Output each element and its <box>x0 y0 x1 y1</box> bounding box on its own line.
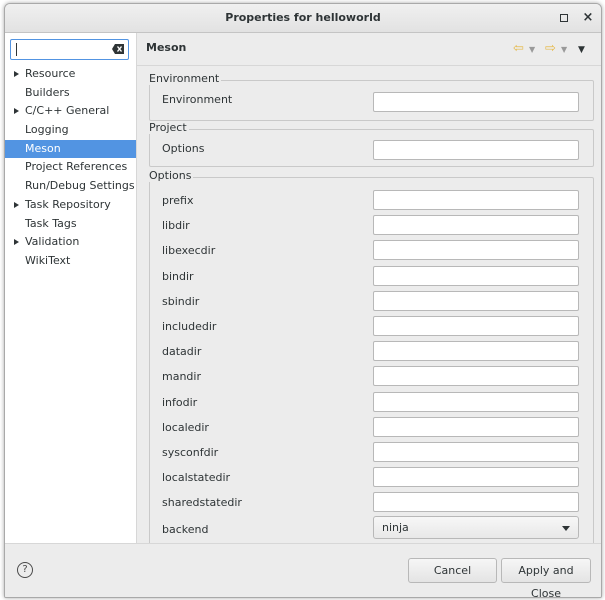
sidebar-item[interactable]: Meson <box>5 139 136 159</box>
properties-dialog: Properties for helloworld × Resource Buil… <box>4 3 602 598</box>
sidebar-item[interactable]: Validation <box>5 233 136 252</box>
sidebar-item[interactable]: Run/Debug Settings <box>5 177 136 196</box>
option-label: bindir <box>162 269 194 283</box>
option-field[interactable] <box>373 467 579 488</box>
back-arrow-icon[interactable]: ⇦ <box>513 42 524 55</box>
cancel-button[interactable]: Cancel <box>408 558 497 583</box>
text-caret <box>16 43 17 56</box>
sidebar-item-label: Project References <box>25 160 128 174</box>
sidebar-item-label: Builders <box>25 85 70 99</box>
project-options-field[interactable] <box>373 140 579 160</box>
expand-arrow-icon[interactable] <box>14 201 19 208</box>
option-field[interactable] <box>373 416 579 437</box>
filter-input[interactable] <box>10 39 129 60</box>
option-label: libexecdir <box>162 244 216 258</box>
expand-arrow-icon[interactable] <box>14 239 19 246</box>
option-field[interactable] <box>373 316 579 336</box>
option-field[interactable] <box>373 265 579 286</box>
option-field[interactable] <box>373 240 579 261</box>
button-bar: ? Cancel Apply and Close <box>5 543 601 597</box>
preference-tree: Resource Builders C/C++ General Logging Meso… <box>5 65 136 271</box>
option-label: sbindir <box>162 294 200 308</box>
expand-arrow-icon[interactable] <box>14 108 19 115</box>
clear-filter-icon[interactable] <box>112 44 124 54</box>
option-field[interactable] <box>373 290 579 311</box>
option-field[interactable] <box>373 492 579 513</box>
environment-label: Environment <box>162 93 233 106</box>
sidebar-item-label: WikiText <box>25 253 71 267</box>
page-header: Meson ⇦ ▼ ⇨ ▼ ▼ <box>137 33 601 66</box>
option-label: sysconfdir <box>162 446 219 459</box>
sidebar-item[interactable]: C/C++ General <box>5 102 136 121</box>
sidebar-item[interactable]: Resource <box>5 65 136 84</box>
close-button[interactable]: × <box>580 10 596 26</box>
sidebar-item[interactable]: Task Repository <box>5 196 136 215</box>
option-label: infodir <box>162 395 198 409</box>
option-label: includedir <box>162 320 217 333</box>
option-field[interactable] <box>373 341 579 362</box>
project-group: Project Options <box>147 121 594 167</box>
maximize-button[interactable] <box>556 10 572 26</box>
option-label: libdir <box>162 219 190 233</box>
sidebar-item-label: Task Repository <box>25 197 111 211</box>
page-area: Meson ⇦ ▼ ⇨ ▼ ▼ Environment Environment … <box>137 33 601 559</box>
option-label: mandir <box>162 370 201 384</box>
option-field[interactable] <box>373 190 579 210</box>
sidebar-item-label: Meson <box>25 141 61 155</box>
sidebar-item[interactable]: Task Tags <box>5 215 136 234</box>
backend-label: backend <box>162 523 209 536</box>
option-field[interactable] <box>373 215 579 236</box>
option-field[interactable] <box>373 391 579 412</box>
sidebar-item-label: C/C++ General <box>25 104 110 118</box>
title-bar: Properties for helloworld × <box>5 4 601 33</box>
option-field[interactable] <box>373 442 579 462</box>
view-menu-icon[interactable]: ▼ <box>578 44 585 56</box>
window-title: Properties for helloworld <box>225 11 381 24</box>
page-title: Meson <box>146 41 187 54</box>
option-label: sharedstatedir <box>162 496 242 510</box>
sidebar-item[interactable]: WikiText <box>5 252 136 271</box>
options-group: Options prefix libdir libexecdir bindir sbin… <box>147 169 594 559</box>
sidebar-item-label: Resource <box>25 67 76 80</box>
project-group-label: Project <box>147 121 189 134</box>
sidebar-item-label: Validation <box>25 235 80 249</box>
sidebar: Resource Builders C/C++ General Logging Meso… <box>5 33 137 543</box>
sidebar-item-label: Logging <box>25 123 69 137</box>
sidebar-item-label: Run/Debug Settings <box>25 179 135 193</box>
environment-field[interactable] <box>373 92 579 112</box>
chevron-down-icon <box>562 526 570 531</box>
option-label: datadir <box>162 345 202 359</box>
option-label: localstatedir <box>162 471 231 485</box>
apply-and-close-button[interactable]: Apply and Close <box>501 558 591 597</box>
sidebar-item[interactable]: Builders <box>5 84 136 103</box>
option-field[interactable] <box>373 366 579 387</box>
environment-group: Environment Environment <box>147 72 594 121</box>
forward-arrow-icon[interactable]: ⇨ <box>545 42 556 55</box>
backend-select[interactable]: ninja <box>373 516 579 539</box>
option-label: prefix <box>162 194 194 207</box>
close-icon: × <box>582 10 594 25</box>
options-group-label: Options <box>147 169 194 182</box>
back-dropdown-icon[interactable]: ▼ <box>529 44 535 56</box>
sidebar-item[interactable]: Logging <box>5 121 136 140</box>
environment-group-label: Environment <box>147 72 222 85</box>
backend-value: ninja <box>382 521 409 534</box>
help-icon[interactable]: ? <box>17 562 33 578</box>
sidebar-item-label: Task Tags <box>25 216 77 230</box>
forward-dropdown-icon[interactable]: ▼ <box>561 44 567 56</box>
maximize-icon <box>560 14 568 22</box>
project-options-label: Options <box>162 142 205 155</box>
expand-arrow-icon[interactable] <box>14 71 19 77</box>
sidebar-item[interactable]: Project References <box>5 158 136 177</box>
option-label: localedir <box>162 420 209 434</box>
